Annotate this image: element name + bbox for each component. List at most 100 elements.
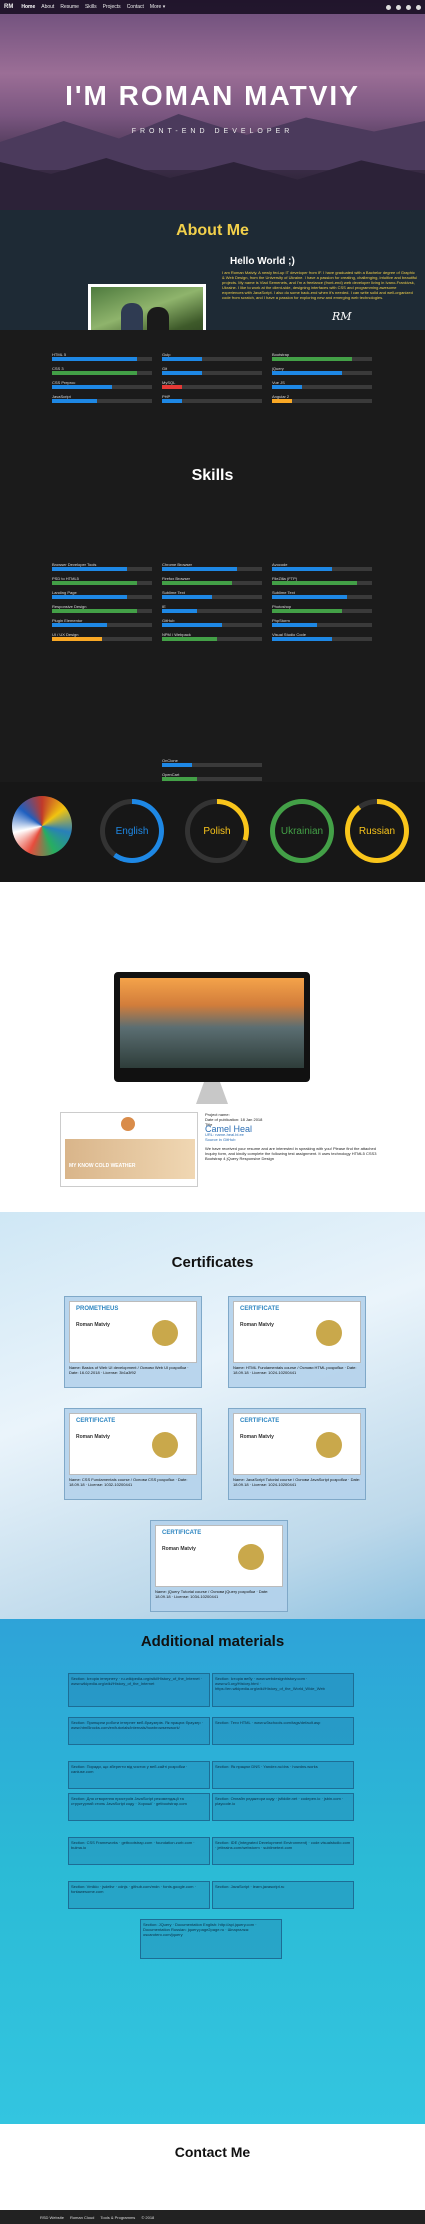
skill-bar: PHP <box>162 394 262 403</box>
certificates-section: Certificates PROMETHEUS Roman Matviy Name:… <box>0 1212 425 1619</box>
nav-link-about[interactable]: About <box>41 4 54 10</box>
certificate-card[interactable]: CERTIFICATE Roman Matviy Name: JavaScript … <box>228 1408 366 1500</box>
nav-link-more[interactable]: More ▾ <box>150 4 165 10</box>
skill-fill <box>162 385 182 389</box>
linkedin-icon[interactable] <box>406 4 411 10</box>
skill-fill <box>272 581 357 585</box>
facebook-icon[interactable] <box>386 4 391 10</box>
skill-fill <box>162 777 197 781</box>
languages-section: English Polish Ukrainian Russian <box>0 782 425 882</box>
skills-section: Skills HTML 5 Gulp Bootstrap CSS 3 Git jQuery… <box>0 330 425 782</box>
skill-track <box>272 399 372 403</box>
footer-link[interactable]: Tools & Programms <box>100 2215 135 2220</box>
material-card[interactable]: Section: Онлайн редактори коду · jsfiddl… <box>212 1793 354 1821</box>
skill-bar: Avocode <box>272 562 372 571</box>
material-card[interactable]: Section: JQuery · Documentation English:… <box>140 1919 282 1959</box>
material-card[interactable]: Section: Теги HTML · www.w3schools.com/t… <box>212 1717 354 1745</box>
skill-track <box>162 623 262 627</box>
section-title: Skills <box>191 467 234 484</box>
material-card[interactable]: Section: Принципи роботи інтернет веб-бр… <box>68 1717 210 1745</box>
skill-track <box>272 385 372 389</box>
contact-section: Contact Me <box>0 2124 425 2224</box>
skill-track <box>162 371 262 375</box>
certificate-card[interactable]: CERTIFICATE Roman Matviy Name: CSS Fundame… <box>64 1408 202 1500</box>
skill-fill <box>52 371 137 375</box>
skill-fill <box>272 609 342 613</box>
material-card[interactable]: Section: Як працює DNS · Yandex.ru/dns ·… <box>212 1761 354 1789</box>
skill-track <box>162 595 262 599</box>
certificate-card[interactable]: CERTIFICATE Roman Matviy Name: HTML Fundam… <box>228 1296 366 1388</box>
github-icon[interactable] <box>396 4 401 10</box>
certificate-meta: Name: HTML Fundamentals course / Основи … <box>233 1365 357 1375</box>
material-card[interactable]: Section: JavaScript · learn.javascript.r… <box>212 1881 354 1909</box>
material-card[interactable]: Section: Історія вебу · www.webdesignhis… <box>212 1673 354 1707</box>
seal-icon <box>316 1432 342 1458</box>
section-title: Additional materials <box>140 1633 285 1650</box>
skill-track <box>162 581 262 585</box>
footer-link[interactable]: RSD Website <box>40 2215 64 2220</box>
nav-brand[interactable]: RM <box>4 4 13 10</box>
preview-banner-text: MY KNOW COLD WEATHER <box>69 1163 136 1169</box>
nav-link-skills[interactable]: Skills <box>85 4 97 10</box>
skill-fill <box>272 623 317 627</box>
skill-fill <box>162 623 222 627</box>
material-card[interactable]: Section: Vmikio · jsdelivr · cdnjs · git… <box>68 1881 210 1909</box>
skill-fill <box>272 357 352 361</box>
skill-fill <box>52 609 137 613</box>
project-source-link[interactable]: Source in GitHub <box>205 1137 385 1142</box>
language-label: English <box>105 804 159 858</box>
skill-fill <box>272 371 342 375</box>
nav-link-projects[interactable]: Projects <box>103 4 121 10</box>
skill-track <box>272 637 372 641</box>
skill-fill <box>52 623 107 627</box>
certificate-card[interactable]: PROMETHEUS Roman Matviy Name: Basics of We… <box>64 1296 202 1388</box>
material-card[interactable]: Section: CSS Frameworks · getbootstrap.c… <box>68 1837 210 1865</box>
skill-bar: OnClone <box>162 758 262 767</box>
seal-icon <box>238 1544 264 1570</box>
project-info: Project name: Date of publication: 18 Ja… <box>205 1112 385 1161</box>
skill-bar: Sublime Text <box>162 590 262 599</box>
nav-link-home[interactable]: Home <box>21 4 35 10</box>
instagram-icon[interactable] <box>416 4 421 10</box>
nav-link-resume[interactable]: Resume <box>60 4 79 10</box>
skill-bar: PhpStorm <box>272 618 372 627</box>
material-card[interactable]: Section: IDE (Integrated Development Env… <box>212 1837 354 1865</box>
footer-link[interactable]: Roman Cloud <box>70 2215 94 2220</box>
skill-fill <box>272 399 292 403</box>
skill-fill <box>162 357 202 361</box>
skill-track <box>162 357 262 361</box>
section-title: Contact Me <box>174 2144 251 2160</box>
skill-bar: Gulp <box>162 352 262 361</box>
skill-bar: FileZilla (FTP) <box>272 576 372 585</box>
skill-bar: Responsive Design <box>52 604 152 613</box>
imac-stand <box>196 1082 228 1104</box>
skill-track <box>162 567 262 571</box>
certificate-image: CERTIFICATE Roman Matviy <box>233 1301 361 1363</box>
certificate-card[interactable]: CERTIFICATE Roman Matviy Name: jQuery Tuto… <box>150 1520 288 1612</box>
skill-bar: JavaScript <box>52 394 152 403</box>
about-greeting: Hello World ;) <box>230 256 295 267</box>
skill-fill <box>52 595 127 599</box>
skill-track <box>52 637 152 641</box>
skill-bar: HTML 5 <box>52 352 152 361</box>
material-card[interactable]: Section: Поради, що зберегти від чистих … <box>68 1761 210 1789</box>
skill-track <box>52 385 152 389</box>
skill-fill <box>52 567 127 571</box>
certificate-meta: Name: jQuery Tutorial course / Основи jQ… <box>155 1589 269 1599</box>
top-navbar: RM Home About Resume Skills Projects Con… <box>0 0 425 14</box>
material-card[interactable]: Section: Історія інтернету · ru.wikipedi… <box>68 1673 210 1707</box>
skill-fill <box>162 609 197 613</box>
language-ring: Ukrainian <box>270 799 334 863</box>
material-card[interactable]: Section: Для створення пристроїв JavaScr… <box>68 1793 210 1821</box>
footer: RSD Website Roman Cloud Tools & Programm… <box>0 2210 425 2224</box>
skill-track <box>52 623 152 627</box>
skill-fill <box>162 763 192 767</box>
certificate-meta: Name: Basics of Web UI development / Осн… <box>69 1365 189 1375</box>
about-body: Hello World ;) I am Roman Matviy. A newl… <box>0 210 425 330</box>
nav-link-contact[interactable]: Contact <box>127 4 144 10</box>
language-ring: English <box>100 799 164 863</box>
project-preview[interactable]: MY KNOW COLD WEATHER <box>60 1112 198 1187</box>
seal-icon <box>152 1432 178 1458</box>
certificate-image: CERTIFICATE Roman Matviy <box>69 1413 197 1475</box>
skill-bar: Visual Studio Code <box>272 632 372 641</box>
